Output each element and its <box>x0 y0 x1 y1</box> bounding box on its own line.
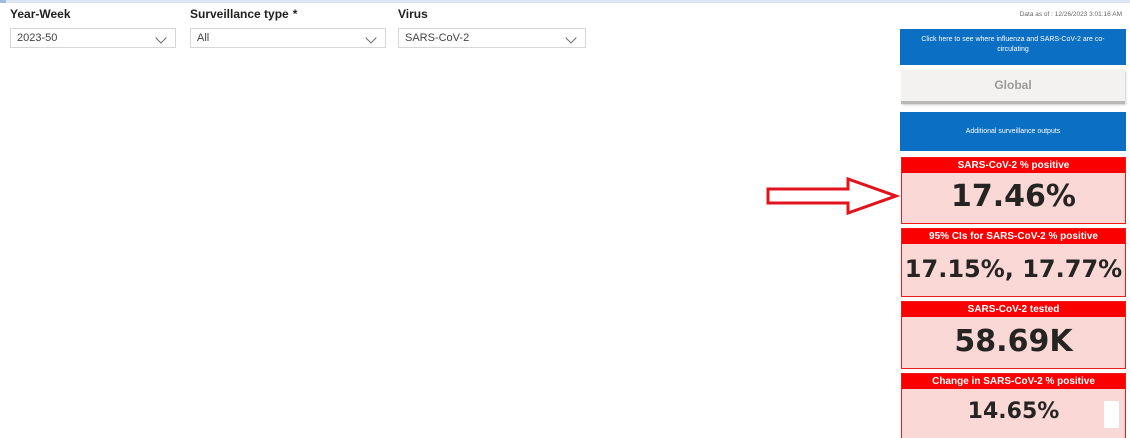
surveillance-type-label: Surveillance type * <box>190 6 386 22</box>
surveillance-type-dropdown[interactable]: All <box>190 28 386 48</box>
chevron-down-icon <box>565 32 577 44</box>
additional-surveillance-button[interactable]: Additional surveillance outputs <box>900 112 1126 151</box>
surveillance-type-filter: Surveillance type * All <box>190 6 386 48</box>
chevron-down-icon <box>365 32 377 44</box>
surveillance-type-label-text: Surveillance type <box>190 7 289 21</box>
virus-filter: Virus SARS-CoV-2 <box>398 6 586 48</box>
year-week-filter: Year-Week 2023-50 <box>10 6 176 48</box>
card-title: 95% CIs for SARS-CoV-2 % positive <box>902 229 1125 244</box>
data-as-of-note: Data as of : 12/26/2023 3:01:16 AM <box>1019 11 1122 18</box>
top-border <box>0 0 1130 3</box>
percent-positive-card: SARS-CoV-2 % positive 17.46% <box>901 157 1126 224</box>
chevron-down-icon <box>155 32 167 44</box>
card-value: 17.46% <box>951 179 1076 214</box>
percent-change-card: Change in SARS-CoV-2 % positive 14.65% <box>901 373 1126 438</box>
surveillance-type-value: All <box>197 32 210 44</box>
right-arrow-icon <box>766 176 900 216</box>
card-title: SARS-CoV-2 % positive <box>902 158 1125 173</box>
virus-label: Virus <box>398 7 428 21</box>
card-value: 58.69K <box>954 324 1073 359</box>
year-week-dropdown[interactable]: 2023-50 <box>10 28 176 48</box>
tested-count-card: SARS-CoV-2 tested 58.69K <box>901 301 1126 369</box>
card-title: Change in SARS-CoV-2 % positive <box>902 374 1125 389</box>
required-marker: * <box>292 7 298 21</box>
virus-value: SARS-CoV-2 <box>405 32 470 44</box>
year-week-label: Year-Week <box>10 7 71 21</box>
card-value: 14.65% <box>967 399 1060 424</box>
card-title: SARS-CoV-2 tested <box>902 302 1125 317</box>
co-circulation-button[interactable]: Click here to see where influenza and SA… <box>900 29 1126 65</box>
card-overlay-box <box>1104 401 1119 428</box>
year-week-value: 2023-50 <box>17 32 58 44</box>
global-button[interactable]: Global <box>901 70 1125 104</box>
card-value: 17.15%, 17.77% <box>904 255 1123 283</box>
confidence-interval-card: 95% CIs for SARS-CoV-2 % positive 17.15%… <box>901 228 1126 297</box>
virus-dropdown[interactable]: SARS-CoV-2 <box>398 28 586 48</box>
